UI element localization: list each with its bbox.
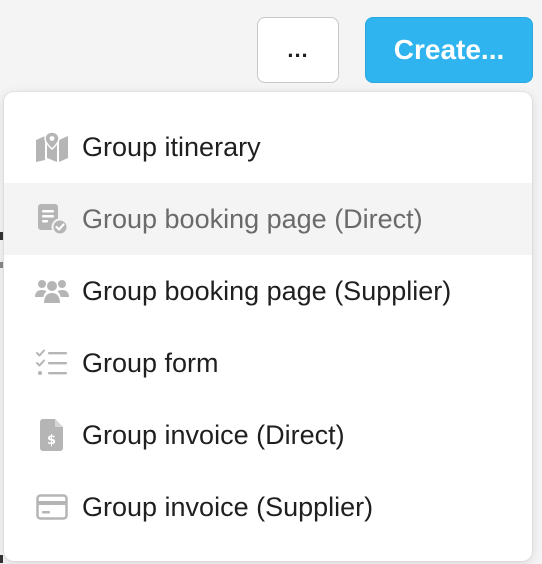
checklist-icon	[34, 345, 70, 381]
menu-item-label: Group invoice (Direct)	[82, 419, 345, 450]
svg-text:$: $	[47, 433, 56, 448]
menu-item-group-form[interactable]: Group form	[4, 327, 532, 399]
menu-item-label: Group invoice (Supplier)	[82, 491, 374, 522]
menu-item-group-booking-page-supplier[interactable]: Group booking page (Supplier)	[4, 255, 532, 327]
invoice-dollar-icon: $	[34, 417, 70, 453]
menu-item-label: Group booking page (Direct)	[82, 203, 423, 234]
menu-item-group-booking-page-direct[interactable]: Group booking page (Direct)	[4, 183, 532, 255]
menu-item-group-itinerary[interactable]: Group itinerary	[4, 111, 532, 183]
create-button[interactable]: Create...	[365, 17, 533, 83]
create-dropdown-menu: Group itinerary Group booking page (Dire…	[4, 92, 532, 561]
users-group-icon	[34, 273, 70, 309]
map-pin-icon	[34, 129, 70, 165]
page: ... Create... Group itinerary Group book…	[0, 0, 542, 564]
menu-item-group-invoice-supplier[interactable]: Group invoice (Supplier)	[4, 471, 532, 543]
booking-check-icon	[34, 201, 70, 237]
menu-item-label: Group form	[82, 347, 219, 378]
more-options-button[interactable]: ...	[257, 17, 339, 83]
menu-item-label: Group itinerary	[82, 131, 261, 162]
menu-item-group-invoice-direct[interactable]: $ Group invoice (Direct)	[4, 399, 532, 471]
menu-item-label: Group booking page (Supplier)	[82, 275, 452, 306]
credit-card-icon	[34, 489, 70, 525]
